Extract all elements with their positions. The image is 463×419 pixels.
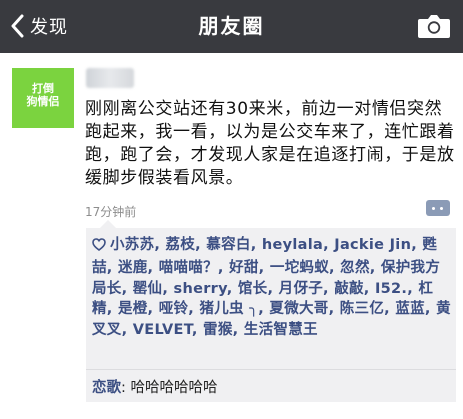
- comment-more-icon[interactable]: [426, 200, 450, 216]
- avatar-text-line1: 打倒: [32, 82, 54, 95]
- comment-item[interactable]: 恋歌: 哈哈哈哈哈哈: [92, 376, 218, 397]
- camera-icon[interactable]: [417, 12, 451, 40]
- post-text: 刚刚离公交站还有30来米，前边一对情侣突然跑起来，我一看，以为是公交车来了，连忙…: [85, 99, 455, 188]
- post-time: 17分钟前: [85, 205, 137, 219]
- divider: [86, 369, 456, 370]
- comment-separator: :: [121, 380, 131, 396]
- likes-comments-box: 小苏苏, 荔枝, 慕容白, heylala, Jackie Jin, 甦喆, 迷…: [86, 220, 456, 402]
- comment-text: 哈哈哈哈哈哈: [130, 380, 218, 396]
- comment-author[interactable]: 恋歌: [92, 380, 121, 396]
- dot: [432, 207, 435, 210]
- username-blurred[interactable]: [86, 68, 134, 88]
- page-title: 朋友圈: [198, 14, 265, 38]
- avatar-text-line2: 狗情侣: [26, 95, 60, 108]
- likes-names: 小苏苏, 荔枝, 慕容白, heylala, Jackie Jin, 甦喆, 迷…: [92, 237, 451, 339]
- dot: [440, 207, 443, 210]
- avatar[interactable]: 打倒 狗情侣: [12, 68, 74, 128]
- top-navigation-bar: 发现 朋友圈: [0, 0, 463, 53]
- likes-list[interactable]: 小苏苏, 荔枝, 慕容白, heylala, Jackie Jin, 甦喆, 迷…: [92, 235, 452, 341]
- heart-icon: [92, 237, 106, 258]
